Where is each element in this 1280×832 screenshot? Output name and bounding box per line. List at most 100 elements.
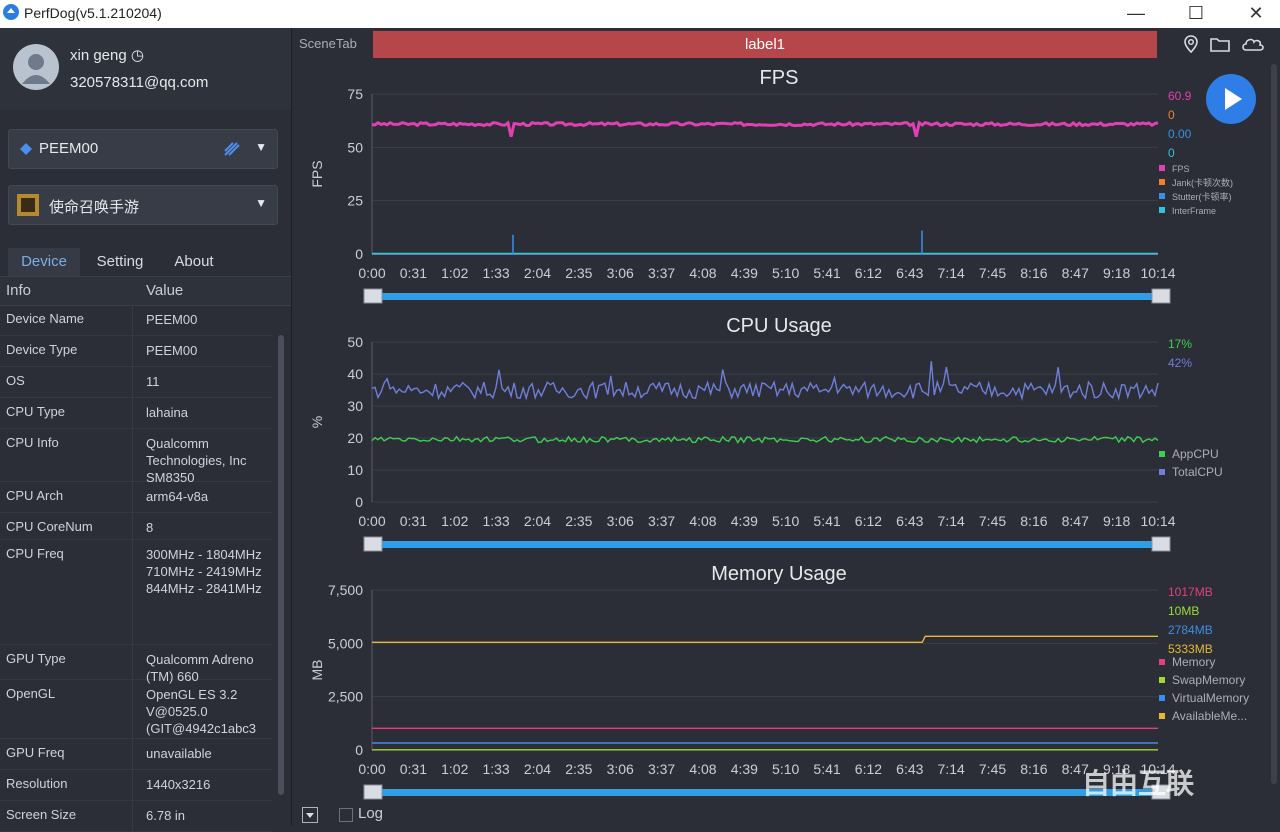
x-tick-label: 3:06 [607,761,634,777]
x-tick-label: 4:08 [689,513,716,529]
column-header-info: Info [6,282,32,299]
column-divider [132,645,133,679]
y-tick-label: 25 [347,193,363,209]
scrollbar-thumb[interactable] [1271,64,1277,784]
chart-title: FPS [760,67,799,89]
x-tick-label: 1:02 [441,265,468,281]
tab-setting[interactable]: Setting [84,248,156,276]
x-tick-label: 7:14 [938,265,965,281]
slider-left-handle [363,784,383,800]
scrollbar-thumb[interactable] [278,335,284,795]
y-tick-label: 0 [355,494,363,510]
app-select[interactable]: 使命召唤手游 ▼ [8,185,278,225]
row-value: Qualcomm Technologies, Inc SM8350 [146,436,247,485]
location-pin-icon[interactable] [1180,34,1202,54]
legend-swatch [1159,165,1165,171]
scene-tab[interactable]: SceneTab [299,36,357,51]
row-value: PEEM00 [146,343,198,358]
folder-icon[interactable] [1209,34,1231,54]
tab-about[interactable]: About [160,248,228,276]
maximize-button[interactable]: ☐ [1176,2,1216,26]
column-divider [132,429,133,481]
slider-left-handle [363,288,383,304]
table-row: GPU Type Qualcomm Adreno (TM) 660 [0,645,272,684]
y-tick-label: 5,000 [328,635,363,651]
legend-label: AvailableMe... [1172,709,1247,723]
column-divider [132,739,133,769]
bottom-bar: Log [292,804,1280,826]
x-tick-label: 4:08 [689,761,716,777]
x-tick-label: 2:04 [524,265,551,281]
x-tick-label: 4:39 [731,513,758,529]
x-tick-label: 5:10 [772,761,799,777]
column-divider [132,336,133,366]
y-tick-label: 7,500 [328,582,363,598]
row-value: 300MHz - 1804MHz 710MHz - 2419MHz 844MHz… [146,547,262,596]
column-divider [132,513,133,539]
sidebar-scrollbar[interactable] [276,323,286,826]
x-tick-label: 0:00 [358,513,385,529]
legend-label: VirtualMemory [1172,691,1249,705]
row-key: CPU Info [6,435,59,450]
series-value-label: 17% [1168,337,1192,351]
main-panel: SceneTab label1 FPS FPS 0 25 50 75 0:00 0:31 1:0… [292,28,1280,826]
x-tick-label: 1:33 [482,513,509,529]
avatar[interactable] [13,44,59,90]
series-value-label: 0 [1168,146,1175,160]
y-tick-label: 2,500 [328,689,363,705]
legend-swatch [1159,207,1165,213]
row-value: 11 [146,374,160,389]
y-tick-label: 0 [355,742,363,758]
close-button[interactable]: ✕ [1236,2,1276,26]
x-tick-label: 8:47 [1062,513,1089,529]
series-line-1-1 [371,361,1159,401]
column-divider [132,801,133,831]
x-tick-label: 4:39 [731,265,758,281]
log-checkbox[interactable] [339,808,353,822]
x-tick-label: 1:02 [441,761,468,777]
x-tick-label: 1:33 [482,761,509,777]
x-tick-label: 0:31 [400,265,427,281]
main-scrollbar[interactable] [1268,64,1280,804]
column-divider [132,367,133,397]
time-range-slider [380,293,1154,300]
time-range-slider [380,541,1154,548]
minimize-button[interactable]: — [1116,2,1156,26]
y-axis-label: FPS [309,160,325,187]
y-tick-label: 30 [347,398,363,414]
row-value: arm64-v8a [146,489,209,504]
legend-swatch [1159,677,1165,683]
play-button[interactable] [1206,74,1256,124]
user-email: 320578311@qq.com [70,74,209,91]
legend-label: TotalCPU [1172,465,1223,479]
row-key: Device Type [6,342,78,357]
legend-label: Jank(卡顿次数) [1172,177,1233,188]
chevron-down-icon [306,813,314,818]
expand-panel-button[interactable] [302,807,318,823]
slider-right-handle [1151,288,1171,304]
row-value: unavailable [146,746,212,761]
series-value-label: 1017MB [1168,585,1213,599]
row-value: OpenGL ES 3.2 V@0525.0 (GIT@4942c1abc3 [146,687,257,736]
tab-device[interactable]: Device [8,248,80,276]
x-tick-label: 7:45 [979,513,1006,529]
device-select[interactable]: PEEM00 ▼ [8,129,278,169]
x-tick-label: 7:45 [979,265,1006,281]
y-tick-label: 50 [347,334,363,350]
y-tick-label: 0 [355,246,363,262]
series-line-2-3 [372,635,1158,643]
legend-swatch [1159,713,1165,719]
legend-swatch [1159,451,1165,457]
table-row: OpenGL OpenGL ES 3.2 V@0525.0 (GIT@4942c1… [0,680,272,739]
table-row: CPU Info Qualcomm Technologies, Inc SM835… [0,429,272,485]
android-device-icon [20,143,32,155]
x-tick-label: 7:45 [979,761,1006,777]
y-tick-label: 20 [347,430,363,446]
x-tick-label: 2:04 [524,513,551,529]
column-header-value: Value [146,282,184,299]
x-tick-label: 2:35 [565,265,592,281]
column-divider [132,770,133,800]
x-tick-label: 10:14 [1140,265,1175,281]
cloud-icon[interactable] [1240,34,1266,54]
label-bar[interactable]: label1 [373,31,1157,58]
